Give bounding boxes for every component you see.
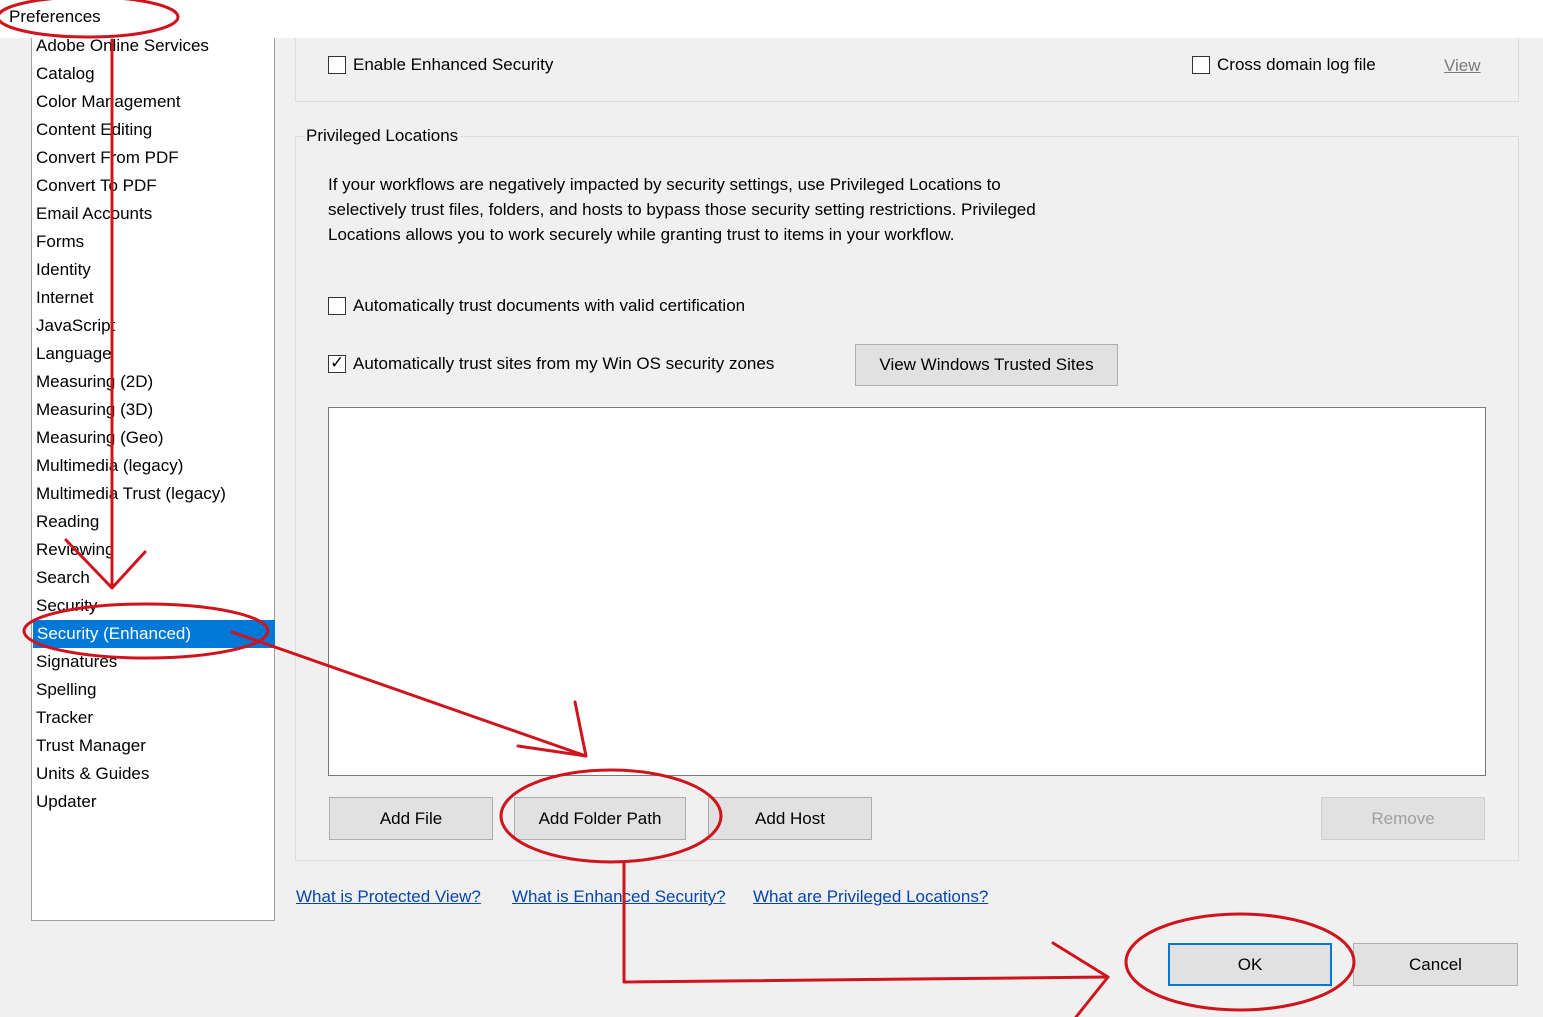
sidebar-item[interactable]: Multimedia (legacy)	[32, 452, 274, 480]
sidebar-item[interactable]: Measuring (2D)	[32, 368, 274, 396]
window-title: Preferences	[9, 7, 101, 26]
sidebar-item[interactable]: Catalog	[32, 60, 274, 88]
arrow-ok-head	[1051, 941, 1110, 1017]
sidebar-item[interactable]: Email Accounts	[32, 200, 274, 228]
sidebar-item[interactable]: Identity	[32, 256, 274, 284]
category-list[interactable]: Adobe Online Services Catalog Color Manage…	[31, 36, 275, 921]
sidebar-item[interactable]: Language	[32, 340, 274, 368]
sidebar-item[interactable]: Adobe Online Services	[32, 32, 274, 60]
sidebar-item[interactable]: Forms	[32, 228, 274, 256]
sidebar-item[interactable]: Internet	[32, 284, 274, 312]
arrow-ok-line	[622, 860, 1110, 984]
privileged-locations-title: Privileged Locations	[304, 126, 461, 146]
sidebar-item[interactable]: Signatures	[32, 648, 274, 676]
cross-domain-log-checkbox[interactable]	[1192, 56, 1210, 74]
sidebar-item[interactable]: Multimedia Trust (legacy)	[32, 480, 274, 508]
help-link-privileged-locations[interactable]: What are Privileged Locations?	[753, 887, 988, 907]
sidebar-item[interactable]: Trust Manager	[32, 732, 274, 760]
add-host-button[interactable]: Add Host	[708, 797, 872, 840]
auto-trust-sites-checkbox[interactable]: ✓	[328, 353, 346, 373]
sidebar-item[interactable]: Reading	[32, 508, 274, 536]
sidebar-item[interactable]: Content Editing	[32, 116, 274, 144]
remove-button[interactable]: Remove	[1321, 797, 1485, 840]
help-link-protected-view[interactable]: What is Protected View?	[296, 887, 481, 907]
view-trusted-sites-button[interactable]: View Windows Trusted Sites	[855, 344, 1118, 386]
add-folder-path-button[interactable]: Add Folder Path	[514, 797, 686, 840]
sidebar-item[interactable]: Color Management	[32, 88, 274, 116]
sidebar-item[interactable]: JavaScript	[32, 312, 274, 340]
sidebar-item[interactable]: Convert To PDF	[32, 172, 274, 200]
checkmark-icon: ✓	[330, 353, 345, 372]
help-link-enhanced-security[interactable]: What is Enhanced Security?	[512, 887, 726, 907]
privileged-locations-list[interactable]	[328, 407, 1486, 776]
sidebar-item[interactable]: Measuring (3D)	[32, 396, 274, 424]
sidebar-item[interactable]: Spelling	[32, 676, 274, 704]
sidebar-item[interactable]: Tracker	[32, 704, 274, 732]
cross-domain-log-label: Cross domain log file	[1217, 55, 1376, 74]
auto-trust-certified-checkbox[interactable]	[328, 297, 346, 315]
sidebar-item[interactable]: Updater	[32, 788, 274, 816]
add-file-button[interactable]: Add File	[329, 797, 493, 840]
sidebar-item[interactable]: Reviewing	[32, 536, 274, 564]
ok-button[interactable]: OK	[1168, 943, 1332, 986]
sidebar-item[interactable]: Search	[32, 564, 274, 592]
auto-trust-certified-label: Automatically trust documents with valid…	[353, 296, 746, 315]
auto-trust-sites-label: Automatically trust sites from my Win OS…	[353, 354, 775, 373]
enable-enhanced-security-checkbox[interactable]	[328, 56, 346, 74]
sidebar-item[interactable]: Security	[32, 592, 274, 620]
view-log-link[interactable]: View	[1444, 56, 1481, 76]
privileged-locations-description: If your workflows are negatively impacte…	[328, 175, 1036, 244]
cancel-button[interactable]: Cancel	[1353, 943, 1518, 986]
sidebar-item[interactable]: Security (Enhanced)	[33, 620, 275, 648]
sidebar-item[interactable]: Measuring (Geo)	[32, 424, 274, 452]
enable-enhanced-security-label: Enable Enhanced Security	[353, 55, 554, 74]
sidebar-item[interactable]: Units & Guides	[32, 760, 274, 788]
sidebar-item[interactable]: Convert From PDF	[32, 144, 274, 172]
